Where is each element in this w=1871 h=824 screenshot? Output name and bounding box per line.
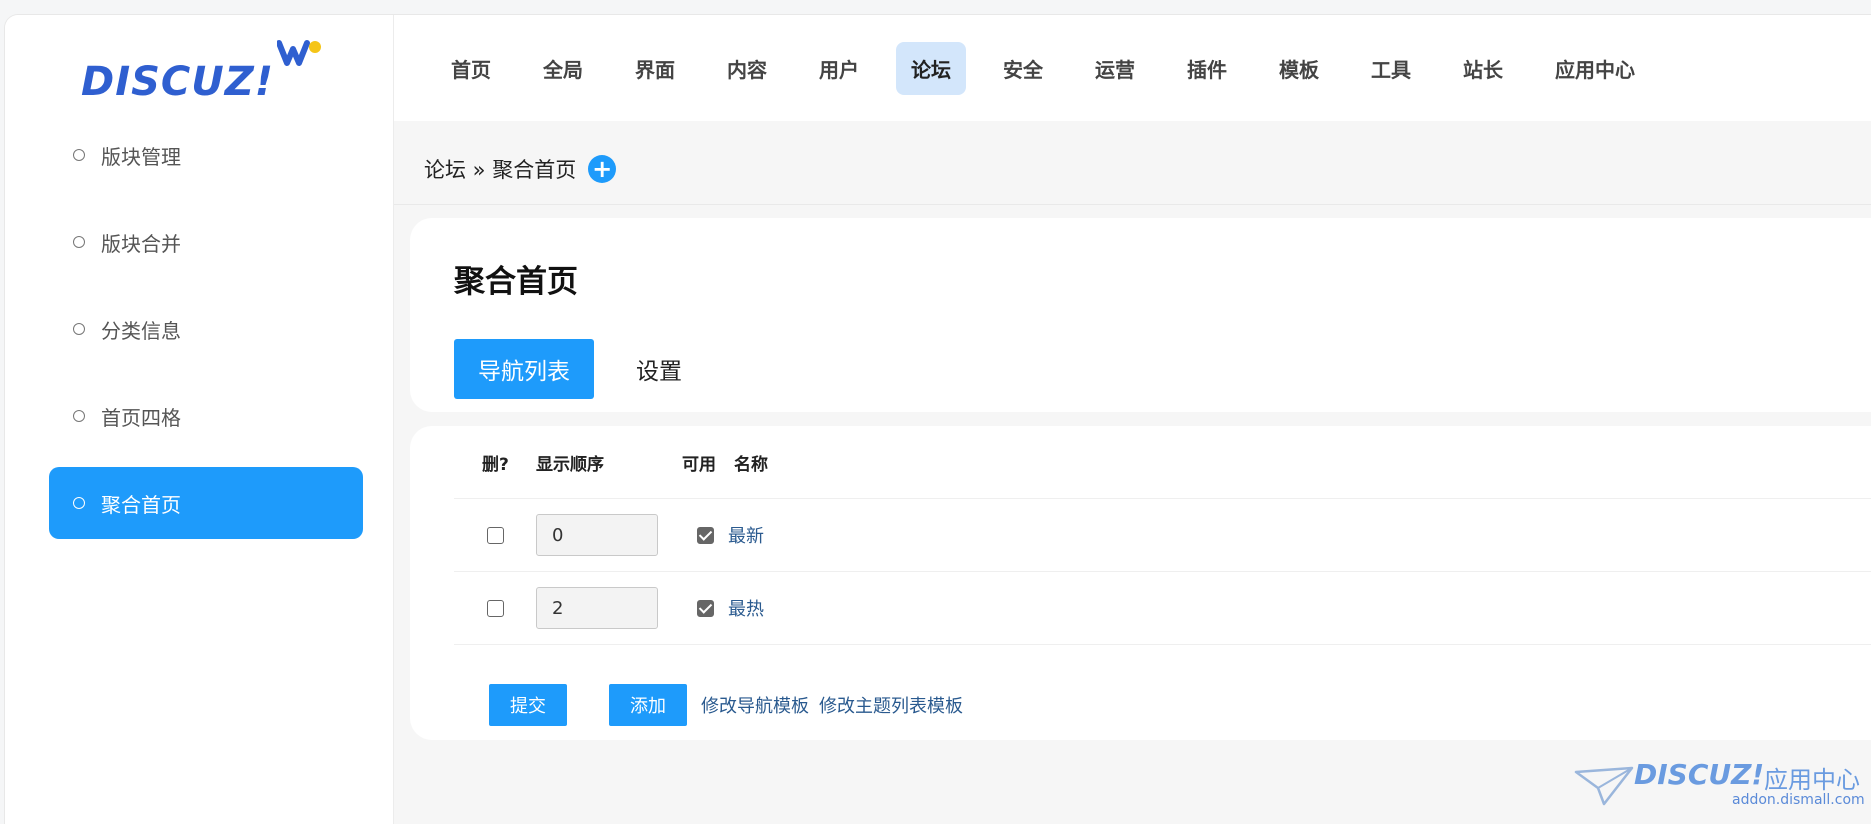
paper-plane-icon: [1574, 766, 1634, 806]
table-header: 删? 显示顺序 可用 名称: [454, 426, 1871, 499]
nav-table: 删? 显示顺序 可用 名称 最新 最热: [454, 426, 1871, 645]
circle-icon: [73, 149, 85, 161]
header-card: 聚合首页 导航列表 设置: [410, 218, 1871, 412]
tab-plugins[interactable]: 插件: [1172, 42, 1242, 95]
table-row: 最热: [454, 572, 1871, 645]
circle-icon: [73, 410, 85, 422]
sidebar-item-category-info[interactable]: 分类信息: [49, 293, 363, 365]
order-input[interactable]: [536, 514, 658, 556]
tab-templates[interactable]: 模板: [1264, 42, 1334, 95]
delete-checkbox[interactable]: [486, 526, 504, 544]
tab-nav-list[interactable]: 导航列表: [454, 339, 594, 399]
circle-icon: [73, 497, 85, 509]
logo-mark-icon: [277, 40, 321, 66]
logo-text: DISCUZ!: [81, 59, 274, 105]
sidebar-item-forum-merge[interactable]: 版块合并: [49, 206, 363, 278]
watermark-app-center: 应用中心: [1764, 766, 1860, 794]
tab-operations[interactable]: 运营: [1080, 42, 1150, 95]
tab-security[interactable]: 安全: [988, 42, 1058, 95]
sidebar-item-label: 分类信息: [101, 318, 181, 343]
add-shortcut-icon[interactable]: +: [588, 155, 617, 183]
table-row: 最新: [454, 499, 1871, 572]
nav-name-link[interactable]: 最新: [728, 526, 764, 547]
circle-icon: [73, 236, 85, 248]
discuz-logo[interactable]: DISCUZ!: [77, 39, 337, 109]
header-name: 名称: [734, 454, 768, 475]
app-frame: DISCUZ! 版块管理 版块合并 分类信息 首页四格 聚合首页 首页 全局 界…: [4, 14, 1871, 824]
watermark-url: addon.dismall.com: [1732, 792, 1865, 808]
sidebar-item-aggregate-home[interactable]: 聚合首页: [49, 467, 363, 539]
edit-nav-template-link[interactable]: 修改导航模板: [701, 692, 809, 718]
submit-button[interactable]: 提交: [489, 684, 567, 726]
action-bar: 提交 添加 修改导航模板 修改主题列表模板: [489, 684, 973, 726]
tab-users[interactable]: 用户: [804, 42, 874, 95]
top-nav: 首页 全局 界面 内容 用户 论坛 安全 运营 插件 模板 工具 站长 应用中心: [394, 15, 1871, 121]
sidebar-item-label: 版块合并: [101, 231, 181, 256]
tab-global[interactable]: 全局: [528, 42, 598, 95]
tab-settings[interactable]: 设置: [612, 339, 706, 399]
sidebar-item-label: 版块管理: [101, 144, 181, 169]
header-order: 显示顺序: [536, 454, 604, 475]
sidebar-item-label: 聚合首页: [101, 492, 181, 517]
breadcrumb-text: 论坛 » 聚合首页: [424, 158, 577, 182]
circle-icon: [73, 323, 85, 335]
tab-tools[interactable]: 工具: [1356, 42, 1426, 95]
sidebar-item-forum-manage[interactable]: 版块管理: [49, 119, 363, 191]
edit-thread-template-link[interactable]: 修改主题列表模板: [819, 692, 963, 718]
watermark: DISCUZ! 应用中心 addon.dismall.com: [1574, 758, 1871, 823]
order-input[interactable]: [536, 587, 658, 629]
tab-forum[interactable]: 论坛: [896, 41, 966, 95]
header-delete: 删?: [482, 454, 509, 475]
tab-webmaster[interactable]: 站长: [1448, 42, 1518, 95]
delete-checkbox[interactable]: [486, 599, 504, 617]
breadcrumb: 论坛 » 聚合首页 +: [424, 147, 617, 191]
page-title: 聚合首页: [454, 264, 578, 300]
sidebar: DISCUZ! 版块管理 版块合并 分类信息 首页四格 聚合首页: [5, 15, 394, 824]
sidebar-item-home-grid[interactable]: 首页四格: [49, 380, 363, 452]
enabled-checkbox[interactable]: [696, 526, 714, 544]
add-button[interactable]: 添加: [609, 684, 687, 726]
header-enabled: 可用: [682, 454, 716, 475]
sidebar-item-label: 首页四格: [101, 405, 181, 430]
tab-content[interactable]: 内容: [712, 42, 782, 95]
tab-app-center[interactable]: 应用中心: [1540, 42, 1650, 95]
tab-home[interactable]: 首页: [436, 42, 506, 95]
tab-interface[interactable]: 界面: [620, 42, 690, 95]
nav-name-link[interactable]: 最热: [728, 599, 764, 620]
divider: [394, 204, 1871, 205]
enabled-checkbox[interactable]: [696, 599, 714, 617]
watermark-logo: DISCUZ!: [1634, 758, 1765, 791]
sidebar-menu: 版块管理 版块合并 分类信息 首页四格 聚合首页: [49, 119, 363, 554]
